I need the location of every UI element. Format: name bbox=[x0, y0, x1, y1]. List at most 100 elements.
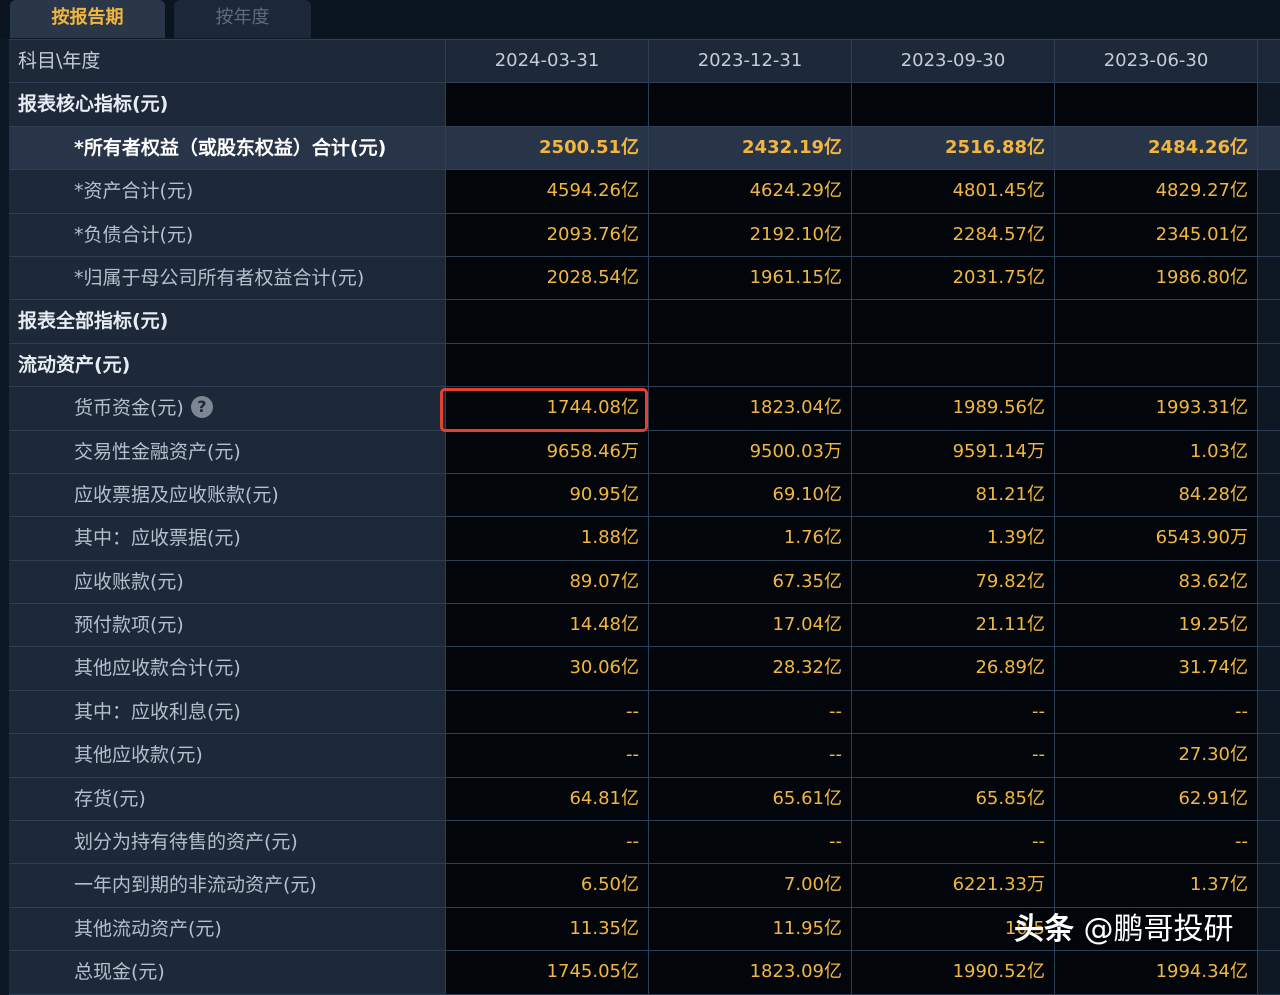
header-date[interactable]: 2023-12-31 bbox=[649, 40, 852, 83]
value-cell bbox=[649, 343, 852, 387]
value-cell: 4829.27亿 bbox=[1055, 170, 1258, 213]
value-cell: 1823.04亿 bbox=[649, 387, 852, 430]
scroll-edge bbox=[1258, 126, 1280, 170]
row-label-text: *所有者权益（或股东权益）合计(元) bbox=[74, 136, 387, 159]
balance-sheet-table: 科目\年度 2024-03-31 2023-12-31 2023-09-30 2… bbox=[9, 39, 1280, 995]
tab-by-report-period[interactable]: 按报告期 bbox=[10, 0, 165, 38]
row-label-text: 一年内到期的非流动资产(元) bbox=[74, 874, 317, 897]
value-cell: -- bbox=[649, 734, 852, 777]
value-cell: 4594.26亿 bbox=[446, 170, 649, 213]
row-label: 一年内到期的非流动资产(元) bbox=[9, 864, 446, 907]
value-cell: 17.04亿 bbox=[649, 604, 852, 647]
value-cell bbox=[1055, 83, 1258, 126]
row-label: 预付款项(元) bbox=[9, 604, 446, 647]
value-cell: 2093.76亿 bbox=[446, 213, 649, 256]
value-cell: 6.50亿 bbox=[446, 864, 649, 907]
table-row: 流动资产(元) bbox=[9, 343, 1280, 388]
row-label: 其中：应收利息(元) bbox=[9, 690, 446, 734]
scroll-edge bbox=[1258, 300, 1280, 343]
value-cell: 26.89亿 bbox=[852, 647, 1055, 690]
value-cell: 30.06亿 bbox=[446, 647, 649, 690]
value-cell: 2192.10亿 bbox=[649, 213, 852, 256]
value-cell: 65.61亿 bbox=[649, 777, 852, 821]
value-cell: -- bbox=[649, 821, 852, 864]
scroll-edge bbox=[1258, 907, 1280, 951]
value-cell: 1745.05亿 bbox=[446, 951, 649, 994]
header-date[interactable]: 2024-03-31 bbox=[446, 40, 649, 83]
value-cell: 2500.51亿 bbox=[446, 126, 649, 170]
row-label-text: 流动资产(元) bbox=[18, 353, 131, 376]
value-cell bbox=[852, 83, 1055, 126]
scroll-edge bbox=[1258, 517, 1280, 560]
value-cell: 19.25亿 bbox=[1055, 604, 1258, 647]
watermark-handle: @鹏哥投研 bbox=[1083, 912, 1234, 947]
value-cell: 9500.03万 bbox=[649, 430, 852, 473]
value-cell: 90.95亿 bbox=[446, 473, 649, 517]
row-label-text: 划分为持有待售的资产(元) bbox=[74, 831, 298, 854]
table-row: 应收账款(元) 89.07亿 67.35亿 79.82亿 83.62亿 bbox=[9, 560, 1280, 605]
value-cell: 81.21亿 bbox=[852, 473, 1055, 517]
value-cell bbox=[649, 83, 852, 126]
value-cell: 1.88亿 bbox=[446, 517, 649, 560]
row-label: 存货(元) bbox=[9, 777, 446, 821]
row-label: 报表核心指标(元) bbox=[9, 83, 446, 126]
value-cell: 1.76亿 bbox=[649, 517, 852, 560]
table-row: 报表核心指标(元) bbox=[9, 83, 1280, 127]
value-cell: 89.07亿 bbox=[446, 560, 649, 604]
value-cell bbox=[649, 300, 852, 343]
value-cell: 28.32亿 bbox=[649, 647, 852, 690]
value-cell: 2345.01亿 bbox=[1055, 213, 1258, 256]
scroll-edge bbox=[1258, 213, 1280, 256]
row-label-text: 其他应收款(元) bbox=[74, 744, 203, 767]
row-label: 总现金(元) bbox=[9, 951, 446, 994]
table-row: *归属于母公司所有者权益合计(元) 2028.54亿 1961.15亿 2031.75… bbox=[9, 256, 1280, 301]
row-label-text: 其中：应收票据(元) bbox=[74, 527, 241, 550]
value-cell: 9658.46万 bbox=[446, 430, 649, 473]
value-cell: 1986.80亿 bbox=[1055, 256, 1258, 300]
table-row: 其中：应收票据(元) 1.88亿 1.76亿 1.39亿 6543.90万 bbox=[9, 517, 1280, 561]
scroll-edge bbox=[1258, 690, 1280, 734]
value-cell: 65.85亿 bbox=[852, 777, 1055, 821]
value-cell: 1744.08亿 bbox=[446, 387, 649, 430]
value-cell: 1961.15亿 bbox=[649, 256, 852, 300]
header-date[interactable]: 2023-06-30 bbox=[1055, 40, 1258, 83]
row-label: 应收票据及应收账款(元) bbox=[9, 473, 446, 517]
value-cell: -- bbox=[852, 821, 1055, 864]
watermark: 头条 @鹏哥投研 bbox=[1014, 904, 1234, 948]
table-row: *负债合计(元) 2093.76亿 2192.10亿 2284.57亿 2345.01亿 bbox=[9, 213, 1280, 257]
scroll-edge bbox=[1258, 864, 1280, 907]
scroll-edge bbox=[1258, 343, 1280, 387]
table-row: 存货(元) 64.81亿 65.61亿 65.85亿 62.91亿 bbox=[9, 777, 1280, 822]
scroll-edge bbox=[1258, 604, 1280, 647]
value-cell bbox=[852, 343, 1055, 387]
value-cell: 1990.52亿 bbox=[852, 951, 1055, 994]
header-date[interactable]: 2023-09-30 bbox=[852, 40, 1055, 83]
scroll-edge bbox=[1258, 473, 1280, 517]
table-row: 货币资金(元)? 1744.08亿 1823.04亿 1989.56亿 1993.31亿 bbox=[9, 387, 1280, 431]
value-cell: -- bbox=[852, 690, 1055, 734]
value-cell: -- bbox=[446, 734, 649, 777]
value-cell: 1823.09亿 bbox=[649, 951, 852, 994]
value-cell: 2432.19亿 bbox=[649, 126, 852, 170]
help-icon[interactable]: ? bbox=[190, 395, 213, 418]
scroll-edge bbox=[1258, 256, 1280, 300]
row-label: *负债合计(元) bbox=[9, 213, 446, 256]
scroll-edge bbox=[1258, 170, 1280, 213]
row-label: *所有者权益（或股东权益）合计(元) bbox=[9, 126, 446, 170]
scroll-edge bbox=[1258, 387, 1280, 430]
value-cell: 1.37亿 bbox=[1055, 864, 1258, 907]
period-tabs: 按报告期 按年度 bbox=[0, 0, 1280, 38]
row-label: 其中：应收票据(元) bbox=[9, 517, 446, 560]
row-label-text: 报表全部指标(元) bbox=[18, 310, 169, 333]
scroll-edge bbox=[1258, 734, 1280, 777]
table-row: 一年内到期的非流动资产(元) 6.50亿 7.00亿 6221.33万 1.37亿 bbox=[9, 864, 1280, 908]
value-cell: -- bbox=[1055, 690, 1258, 734]
tab-by-year[interactable]: 按年度 bbox=[174, 0, 311, 38]
value-cell: 4801.45亿 bbox=[852, 170, 1055, 213]
value-cell: 69.10亿 bbox=[649, 473, 852, 517]
watermark-logo: 头条 bbox=[1014, 912, 1074, 947]
scroll-edge bbox=[1258, 560, 1280, 604]
value-cell: 11.35亿 bbox=[446, 907, 649, 951]
row-label-text: 交易性金融资产(元) bbox=[74, 440, 241, 463]
value-cell: 62.91亿 bbox=[1055, 777, 1258, 821]
